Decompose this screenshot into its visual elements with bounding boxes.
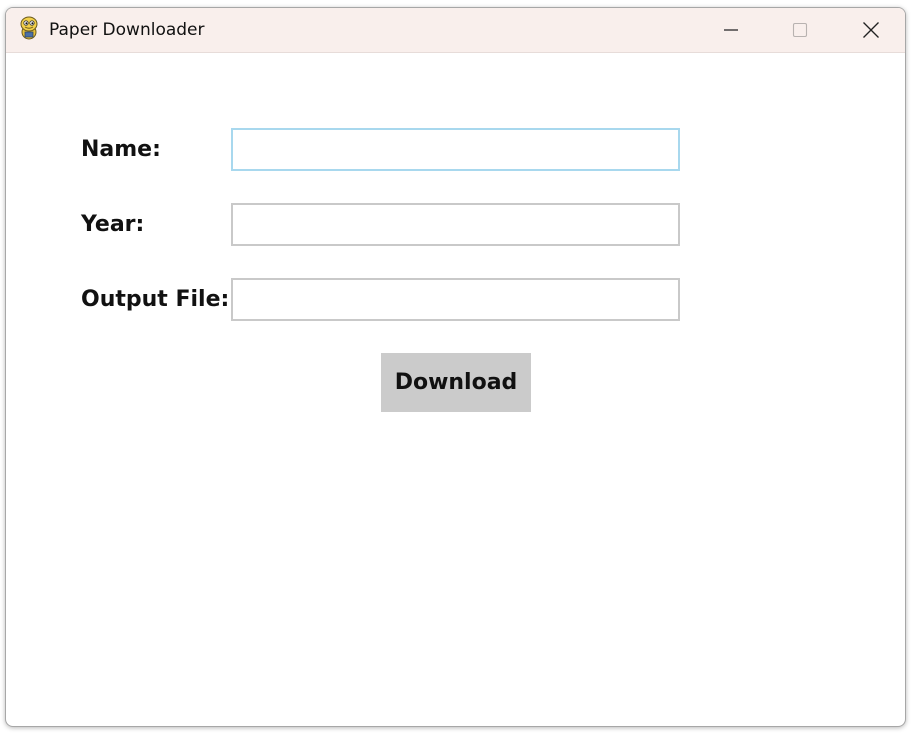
form-area: Name: Year: Output File: Download bbox=[6, 53, 905, 726]
name-label: Name: bbox=[81, 137, 161, 162]
minimize-button[interactable] bbox=[701, 8, 761, 52]
maximize-button[interactable] bbox=[770, 8, 830, 52]
python-snake-icon bbox=[18, 16, 40, 40]
window-title: Paper Downloader bbox=[49, 20, 205, 40]
output-file-label: Output File: bbox=[81, 287, 230, 312]
year-input[interactable] bbox=[231, 203, 680, 246]
name-input[interactable] bbox=[231, 128, 680, 171]
download-button[interactable]: Download bbox=[381, 353, 531, 412]
app-window: Paper Downloader Name: Year: Output File… bbox=[5, 7, 906, 727]
title-bar[interactable]: Paper Downloader bbox=[6, 8, 905, 53]
close-icon bbox=[862, 21, 880, 39]
maximize-icon bbox=[792, 22, 808, 38]
minimize-icon bbox=[723, 22, 739, 38]
year-label: Year: bbox=[81, 212, 145, 237]
output-file-input[interactable] bbox=[231, 278, 680, 321]
close-button[interactable] bbox=[841, 8, 901, 52]
